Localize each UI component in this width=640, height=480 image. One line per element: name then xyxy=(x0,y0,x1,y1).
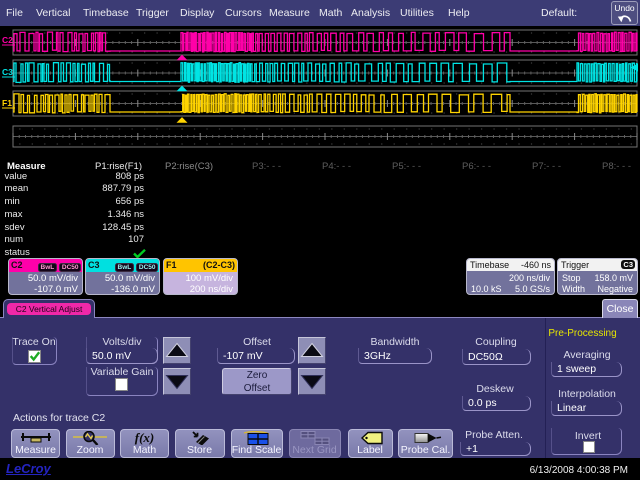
svg-text:F1: F1 xyxy=(2,98,12,108)
svg-text:C3: C3 xyxy=(2,67,13,77)
svg-text:C2: C2 xyxy=(2,35,13,45)
